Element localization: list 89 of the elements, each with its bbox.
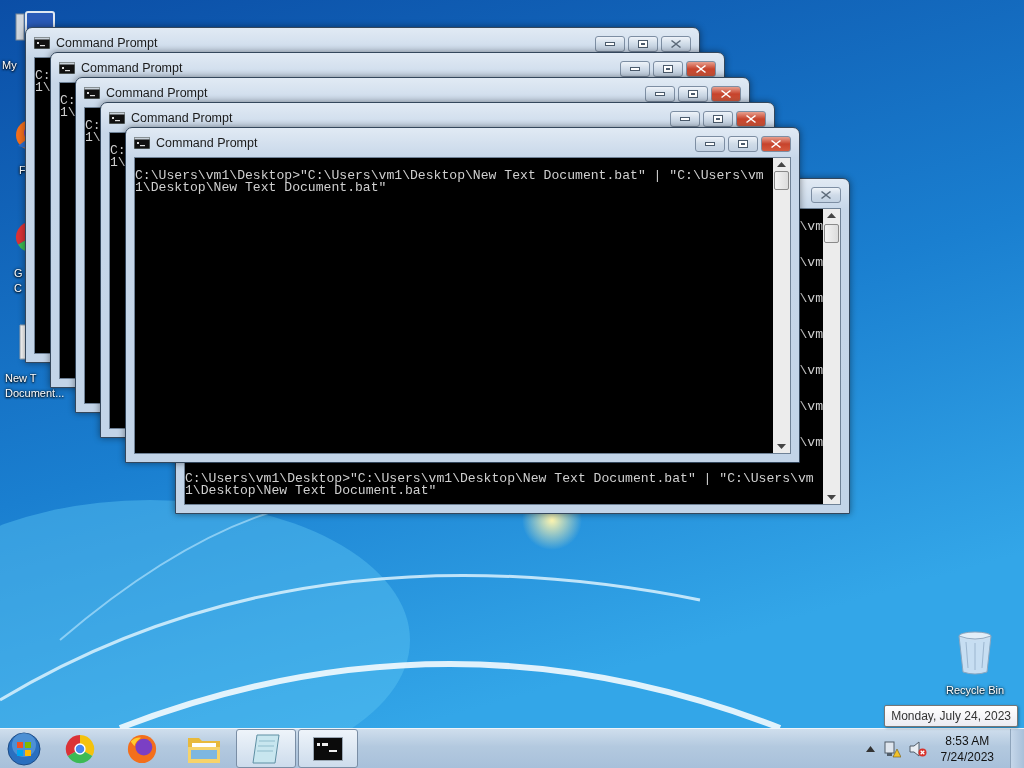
minimize-button[interactable] [670,111,700,127]
network-warning-icon[interactable] [882,739,901,758]
console-line: C:\Users\vm1\Desktop>"C:\Users\vm1\Desktop\New Text Document.bat" | "C:\Users\vm [185,473,814,485]
icon-label[interactable]: Document... [5,386,65,401]
speaker-muted-icon[interactable] [908,739,927,758]
maximize-button[interactable] [728,136,758,152]
close-icon [771,140,781,148]
close-button[interactable] [761,136,791,152]
console-line: C:\Users\vm1\Desktop>"C:\Users\vm1\Desktop\New Text Document.bat" | "C:\Users\vm [135,170,764,182]
console-line: 1\Desktop\New Text Document.bat" [185,485,437,497]
console-line: \vm [799,329,823,341]
close-button[interactable] [811,187,841,203]
console-line: \vm [799,401,823,413]
icon-label[interactable]: C [14,281,22,296]
console-icon [84,86,100,99]
minimize-button[interactable] [645,86,675,102]
minimize-button[interactable] [620,61,650,77]
close-icon [746,115,756,123]
maximize-icon [738,140,748,148]
minimize-icon [655,92,665,96]
taskbar-button[interactable] [298,729,358,768]
minimize-button[interactable] [595,36,625,52]
close-icon [696,65,706,73]
console-line: 1\ [35,82,51,94]
recycle-bin-icon [957,630,993,676]
close-icon [721,90,731,98]
scrollbar-thumb[interactable] [774,171,789,190]
console-icon [34,36,50,49]
console-line: 1\Desktop\New Text Document.bat" [135,182,387,194]
console-icon [109,111,125,124]
tray-arrow-icon[interactable] [865,745,875,752]
console-icon [134,136,150,149]
icon-label[interactable]: New T [5,371,37,386]
maximize-button[interactable] [628,36,658,52]
console-line: C: [85,120,101,132]
scrollbar[interactable] [773,158,790,453]
console-line: 1\ [85,132,101,144]
console-line: \vm [799,365,823,377]
clock-time: 8:53 AM [945,732,990,749]
console-line: \vm [799,437,823,449]
icon-label[interactable]: F [19,163,26,178]
scroll-up-icon[interactable] [777,161,786,167]
console-line: C: [35,70,51,82]
scroll-up-icon[interactable] [827,212,836,218]
clock[interactable]: 8:53 AM 7/24/2023 [940,732,994,765]
window-title: Command Prompt [131,110,233,125]
scrollbar-thumb[interactable] [824,224,839,243]
console-line: 1\ [110,157,126,169]
scrollbar[interactable] [823,209,840,504]
console-line: \vm [799,257,823,269]
console-line: C: [110,145,126,157]
close-button[interactable] [661,36,691,52]
minimize-icon [630,67,640,71]
maximize-icon [638,40,648,48]
icon-label[interactable]: My [2,58,17,73]
close-button[interactable] [736,111,766,127]
console-icon [59,61,75,74]
maximize-icon [663,65,673,73]
console-line: \vm [799,221,823,233]
notepad-icon [251,732,281,765]
window-title: Command Prompt [56,35,158,50]
globe-icon [126,732,158,765]
window-title: Command Prompt [81,60,183,75]
scroll-down-icon[interactable] [827,495,836,501]
console-line: 1\ [60,107,76,119]
icon-label[interactable]: G [14,266,23,281]
minimize-icon [605,42,615,46]
console-line: C: [60,95,76,107]
console-line: \vm [799,293,823,305]
terminal-icon [313,736,343,761]
maximize-button[interactable] [678,86,708,102]
scroll-down-icon[interactable] [777,444,786,450]
date-tooltip: Monday, July 24, 2023 [884,705,1018,727]
minimize-button[interactable] [695,136,725,152]
window-title: Command Prompt [156,135,258,150]
close-button[interactable] [686,61,716,77]
circle-logo-icon [64,732,96,765]
maximize-icon [713,115,723,123]
close-icon [821,191,831,199]
clock-date: 7/24/2023 [940,748,994,765]
close-button[interactable] [711,86,741,102]
start-button[interactable] [6,731,42,767]
maximize-button[interactable] [703,111,733,127]
window-title: Command Prompt [106,85,208,100]
minimize-icon [680,117,690,121]
maximize-icon [688,90,698,98]
close-icon [671,40,681,48]
minimize-icon [705,142,715,146]
maximize-button[interactable] [653,61,683,77]
